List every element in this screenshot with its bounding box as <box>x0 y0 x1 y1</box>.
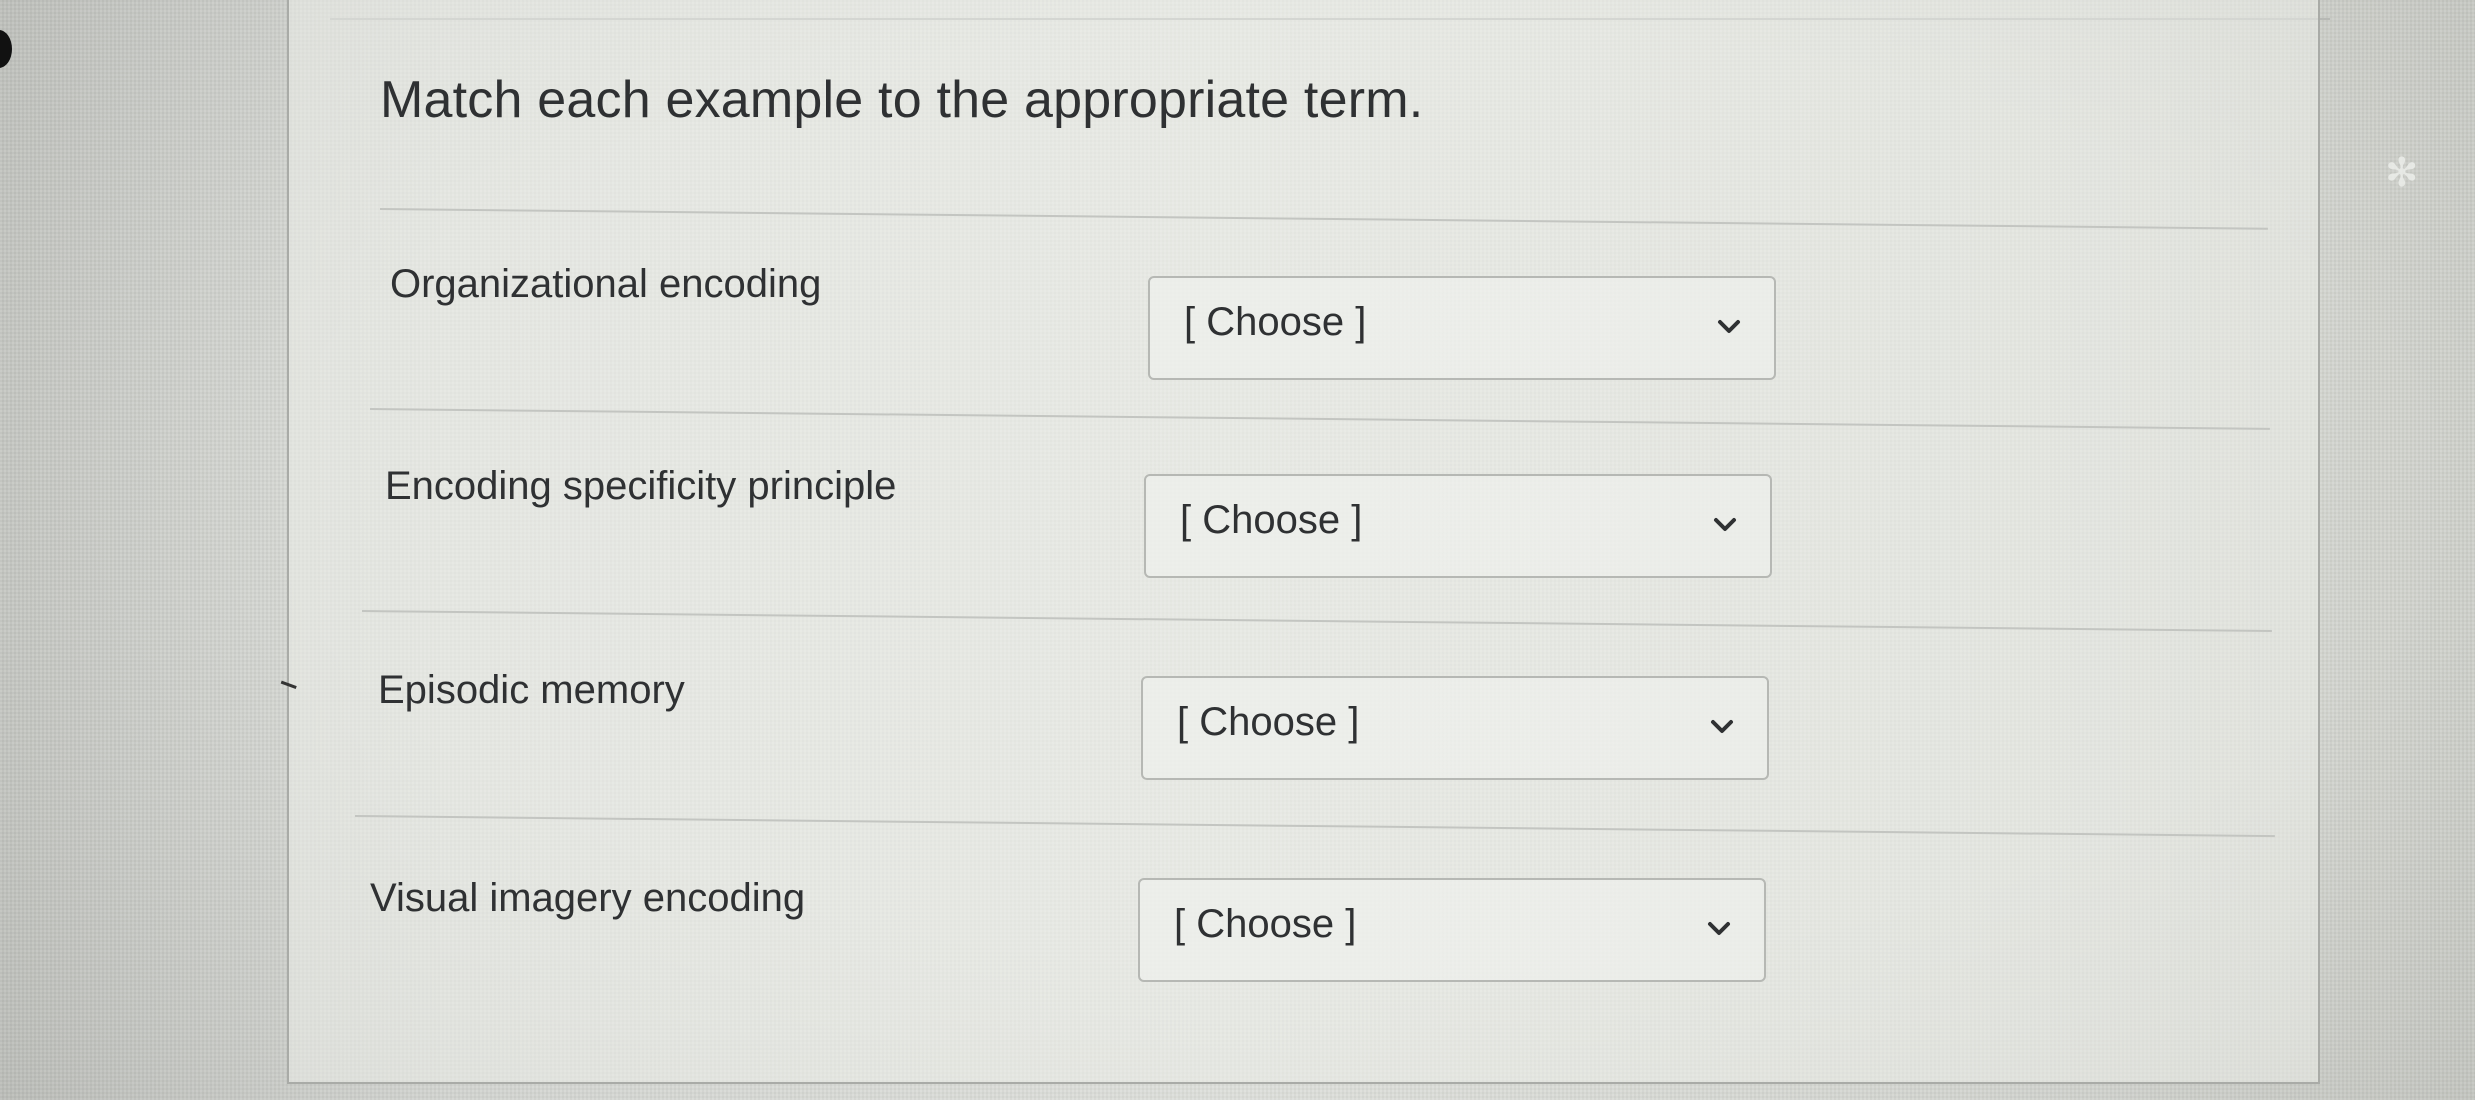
chevron-down-icon <box>1704 914 1734 944</box>
chevron-down-icon <box>1714 312 1744 342</box>
chevron-down-icon <box>1707 712 1737 742</box>
chevron-down-icon <box>1710 510 1740 540</box>
select-value: [ Choose ] <box>1174 902 1357 946</box>
term-organizational-encoding: Organizational encoding <box>390 262 822 306</box>
term-visual-imagery-encoding: Visual imagery encoding <box>370 876 806 920</box>
screen-smudge: ✻ <box>2385 151 2419 195</box>
answer-select-1[interactable]: [ Choose ] <box>1148 276 1776 380</box>
select-value: [ Choose ] <box>1177 700 1360 744</box>
select-value: [ Choose ] <box>1180 498 1363 542</box>
select-value: [ Choose ] <box>1184 300 1367 344</box>
question-prompt: Match each example to the appropriate te… <box>380 71 1424 129</box>
term-episodic-memory: Episodic memory <box>378 668 685 712</box>
term-encoding-specificity-principle: Encoding specificity principle <box>385 464 897 508</box>
answer-select-4[interactable]: [ Choose ] <box>1138 878 1766 982</box>
corner-shadow <box>0 30 12 68</box>
answer-select-2[interactable]: [ Choose ] <box>1144 474 1772 578</box>
answer-select-3[interactable]: [ Choose ] <box>1141 676 1769 780</box>
